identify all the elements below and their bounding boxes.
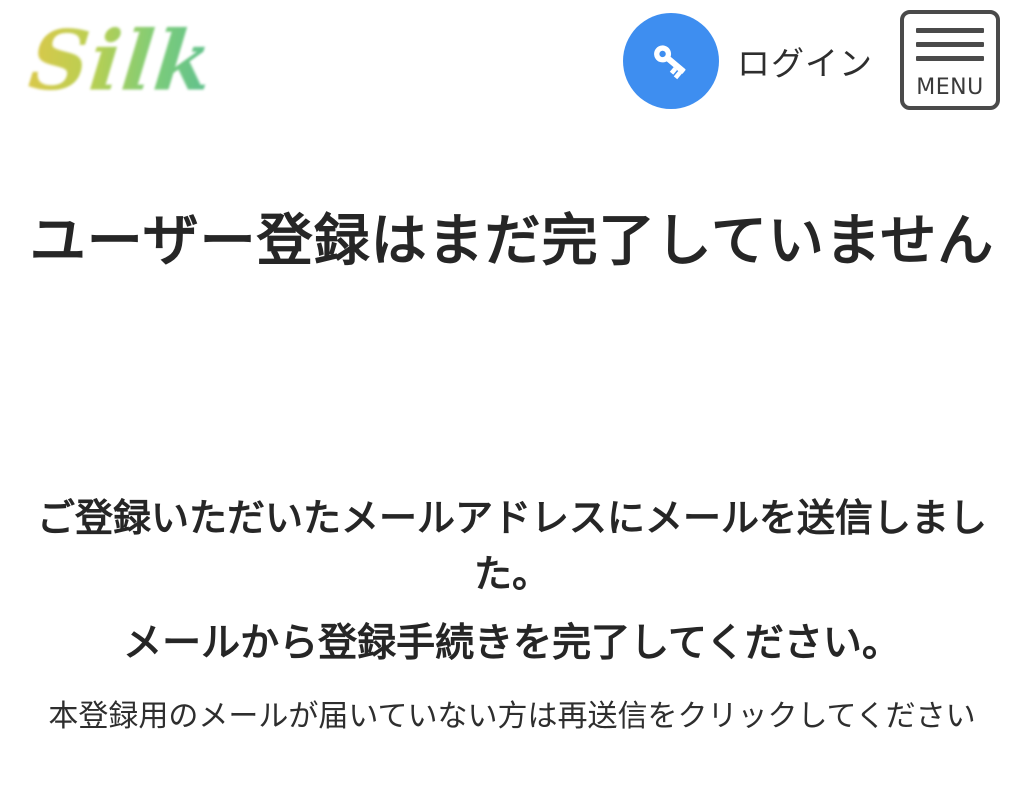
page-title: ユーザー登録はまだ完了していません: [29, 209, 995, 274]
site-logo[interactable]: Silk: [25, 6, 230, 116]
site-header: Silk ログイン MENU: [0, 0, 1024, 120]
message-complete-text: メールから登録手続きを完了してください。: [123, 621, 901, 666]
logo-text: Silk: [24, 13, 218, 109]
hamburger-icon-bar: [916, 42, 984, 47]
login-button[interactable]: ログイン: [623, 13, 873, 109]
message-sent-text: ご登録いただいたメールアドレスにメールを送信しました。: [36, 496, 987, 596]
login-label: ログイン: [737, 44, 873, 83]
login-icon-circle: [623, 13, 719, 109]
resend-note-text: 本登録用のメールが届いていない方は再送信をクリックしてください: [48, 699, 976, 734]
hamburger-icon: [916, 28, 984, 33]
menu-button[interactable]: MENU: [900, 10, 1000, 110]
page: Silk ログイン MENU ユーザー登録はまだ完了していません ご登録いただい…: [0, 0, 1024, 802]
key-icon: [654, 45, 686, 80]
menu-label: MENU: [916, 75, 984, 100]
hamburger-icon-bar: [916, 56, 984, 61]
